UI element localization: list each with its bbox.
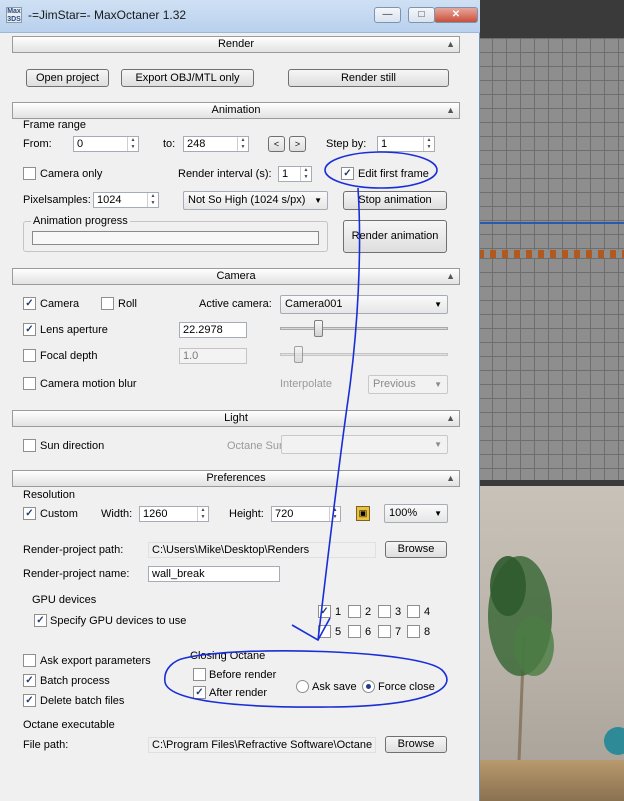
viewport-floor [478, 760, 624, 801]
annotation-arrow-head [291, 617, 331, 642]
tree-image [488, 556, 624, 787]
viewport-grid-top [478, 38, 624, 258]
hand-drawn-annotation [164, 151, 448, 708]
viewport-bricks [478, 250, 624, 258]
annotation-arrow-line [317, 187, 361, 641]
viewport-grid-bottom [478, 258, 624, 480]
annotation-ellipse-edit-first-frame [324, 151, 438, 189]
viewport-blue-line [478, 222, 624, 224]
3d-viewport[interactable] [478, 0, 624, 801]
maxoctaner-window: Max 3DS -=JimStar=- MaxOctaner 1.32 — □ … [0, 0, 480, 801]
annotation-ellipse-closing-octane [164, 650, 448, 708]
